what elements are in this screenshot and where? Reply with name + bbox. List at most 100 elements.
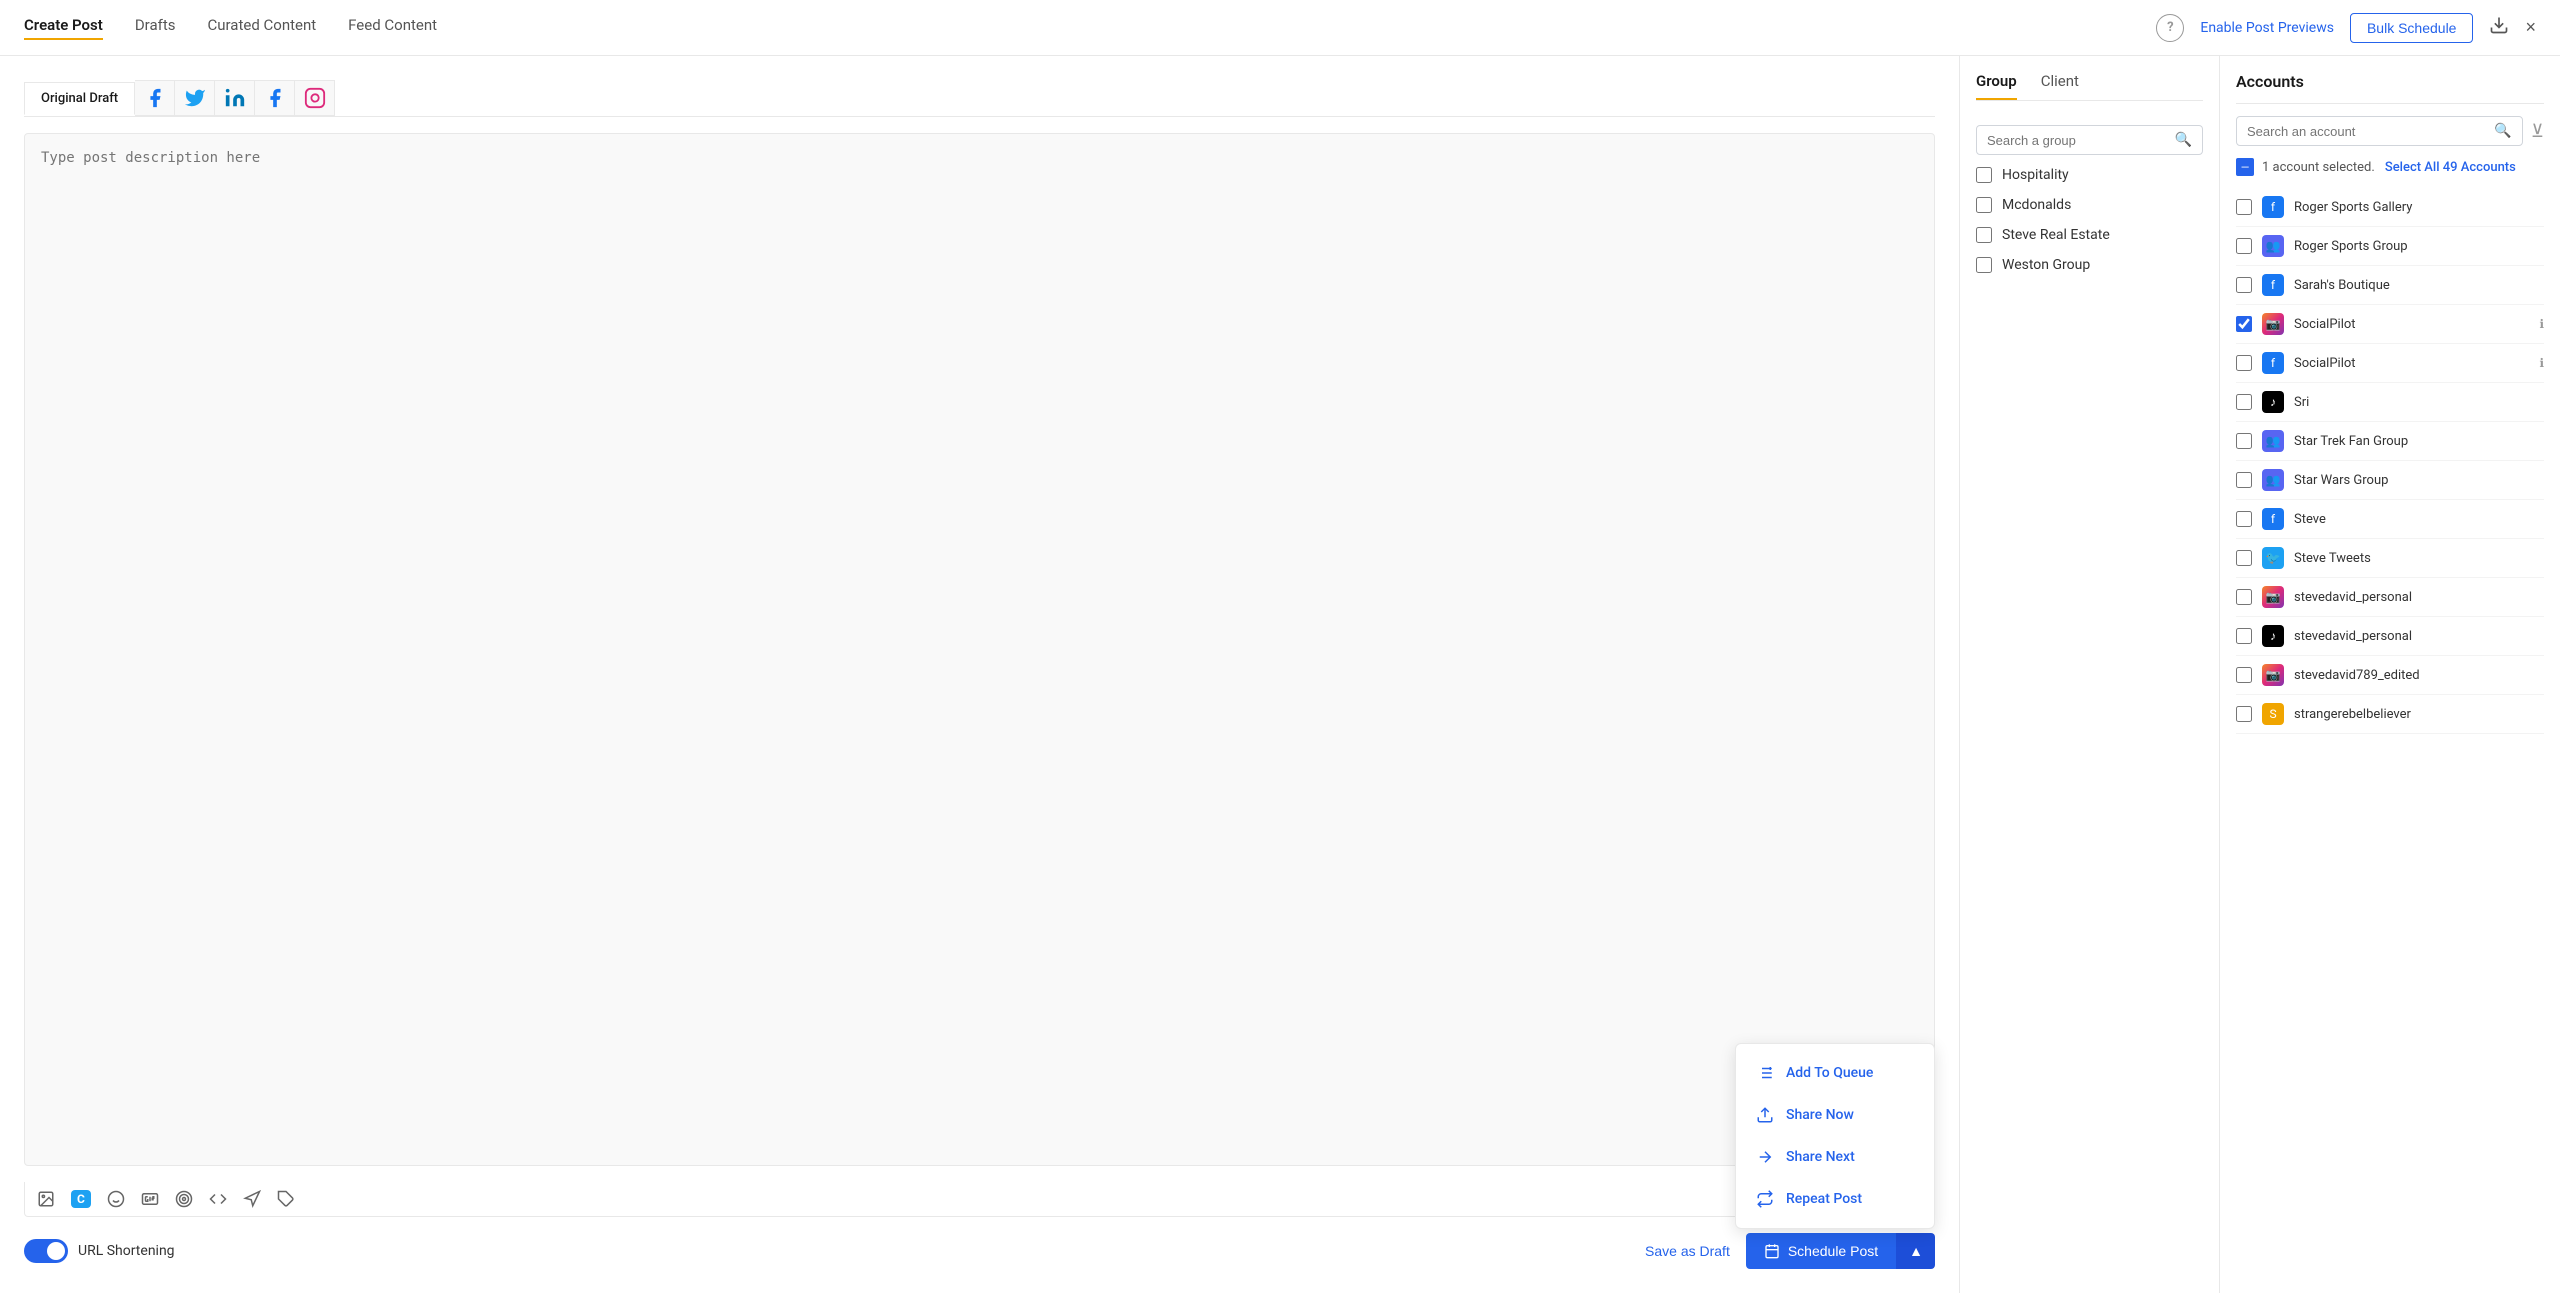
account-item-stevedavid-personal-ig[interactable]: 📷 stevedavid_personal xyxy=(2236,578,2544,617)
account-name-sri: Sri xyxy=(2294,395,2544,410)
twitter-icon: 🐦 xyxy=(2262,547,2284,569)
group-list: Hospitality Mcdonalds Steve Real Estate … xyxy=(1976,167,2203,273)
group-checkbox-steve-real-estate[interactable] xyxy=(1976,227,1992,243)
account-search-input[interactable] xyxy=(2247,124,2486,139)
select-all-link[interactable]: Select All 49 Accounts xyxy=(2385,160,2516,175)
tab-group[interactable]: Group xyxy=(1976,72,2017,100)
instagram-tab[interactable] xyxy=(295,80,335,116)
account-item-stevedavid789-edited[interactable]: 📷 stevedavid789_edited xyxy=(2236,656,2544,695)
megaphone-icon[interactable] xyxy=(243,1190,261,1208)
post-textarea[interactable] xyxy=(24,133,1935,1166)
bulk-schedule-button[interactable]: Bulk Schedule xyxy=(2350,13,2474,43)
info-icon-socialpilot-ig[interactable]: ℹ xyxy=(2539,317,2544,331)
account-checkbox-steve-tweets[interactable] xyxy=(2236,550,2252,566)
schedule-post-button[interactable]: Schedule Post xyxy=(1746,1233,1896,1269)
account-item-steve[interactable]: f Steve xyxy=(2236,500,2544,539)
original-draft-tab[interactable]: Original Draft xyxy=(24,82,135,115)
account-checkbox-stevedavid-personal-ig[interactable] xyxy=(2236,589,2252,605)
account-item-socialpilot-ig[interactable]: 📷 SocialPilot ℹ xyxy=(2236,305,2544,344)
facebook-icon-3: f xyxy=(2262,352,2284,374)
group-checkbox-hospitality[interactable] xyxy=(1976,167,1992,183)
account-name-steve: Steve xyxy=(2294,512,2544,527)
account-item-steve-tweets[interactable]: 🐦 Steve Tweets xyxy=(2236,539,2544,578)
account-name-stevedavid789-edited: stevedavid789_edited xyxy=(2294,668,2544,683)
main-content: Original Draft xyxy=(0,56,2560,1293)
schedule-chevron-button[interactable]: ▲ xyxy=(1896,1233,1935,1269)
filter-icon[interactable]: ⊻ xyxy=(2531,121,2544,142)
enable-preview-link[interactable]: Enable Post Previews xyxy=(2200,20,2334,36)
instagram-icon-2: 📷 xyxy=(2262,586,2284,608)
tab-drafts[interactable]: Drafts xyxy=(135,16,176,40)
account-item-star-wars-group[interactable]: 👥 Star Wars Group xyxy=(2236,461,2544,500)
facebook-page-tab[interactable] xyxy=(255,80,295,116)
group-icon-3: 👥 xyxy=(2262,469,2284,491)
group-icon: 👥 xyxy=(2262,235,2284,257)
repeat-post-item[interactable]: Repeat Post xyxy=(1736,1178,1934,1220)
group-item-steve-real-estate[interactable]: Steve Real Estate xyxy=(1976,227,2203,243)
account-checkbox-stevedavid789-edited[interactable] xyxy=(2236,667,2252,683)
header-tabs: Create Post Drafts Curated Content Feed … xyxy=(24,16,2156,40)
account-item-stevedavid-personal-tk[interactable]: ♪ stevedavid_personal xyxy=(2236,617,2544,656)
facebook-tab[interactable] xyxy=(135,80,175,116)
tab-curated-content[interactable]: Curated Content xyxy=(207,16,316,40)
account-name-strangerebelbeliever: strangerebelbeliever xyxy=(2294,707,2544,722)
group-item-hospitality[interactable]: Hospitality xyxy=(1976,167,2203,183)
group-label-steve-real-estate: Steve Real Estate xyxy=(2002,227,2110,243)
help-button[interactable]: ? xyxy=(2156,14,2184,42)
emoji-icon[interactable] xyxy=(107,1190,125,1208)
account-checkbox-roger-sports-gallery[interactable] xyxy=(2236,199,2252,215)
account-item-socialpilot-fb[interactable]: f SocialPilot ℹ xyxy=(2236,344,2544,383)
account-name-socialpilot-fb: SocialPilot xyxy=(2294,356,2529,371)
close-button[interactable]: × xyxy=(2525,17,2536,38)
account-checkbox-star-trek-fan-group[interactable] xyxy=(2236,433,2252,449)
tab-create-post[interactable]: Create Post xyxy=(24,16,103,40)
account-checkbox-sri[interactable] xyxy=(2236,394,2252,410)
gif-icon[interactable] xyxy=(141,1190,159,1208)
account-checkbox-star-wars-group[interactable] xyxy=(2236,472,2252,488)
account-checkbox-steve[interactable] xyxy=(2236,511,2252,527)
group-item-weston-group[interactable]: Weston Group xyxy=(1976,257,2203,273)
content-icon[interactable]: C xyxy=(71,1190,91,1208)
info-icon-socialpilot-fb[interactable]: ℹ xyxy=(2539,356,2544,370)
image-icon[interactable] xyxy=(37,1190,55,1208)
account-item-sri[interactable]: ♪ Sri xyxy=(2236,383,2544,422)
url-shortening-switch[interactable] xyxy=(24,1239,68,1263)
share-next-item[interactable]: Share Next xyxy=(1736,1136,1934,1178)
share-now-label: Share Now xyxy=(1786,1107,1854,1123)
group-checkbox-weston-group[interactable] xyxy=(1976,257,1992,273)
account-checkbox-stevedavid-personal-tk[interactable] xyxy=(2236,628,2252,644)
code-icon[interactable] xyxy=(209,1190,227,1208)
tab-client[interactable]: Client xyxy=(2041,72,2079,100)
group-checkbox-mcdonalds[interactable] xyxy=(1976,197,1992,213)
target-icon[interactable] xyxy=(175,1190,193,1208)
share-now-item[interactable]: Share Now xyxy=(1736,1094,1934,1136)
accounts-panel: Accounts 🔍 ⊻ — 1 account selected. Selec… xyxy=(2220,56,2560,1293)
instagram-icon-3: 📷 xyxy=(2262,664,2284,686)
group-item-mcdonalds[interactable]: Mcdonalds xyxy=(1976,197,2203,213)
url-shortening-toggle: URL Shortening xyxy=(24,1239,175,1263)
export-button[interactable] xyxy=(2489,15,2509,40)
account-search-box[interactable]: 🔍 xyxy=(2236,116,2523,146)
account-item-star-trek-fan-group[interactable]: 👥 Star Trek Fan Group xyxy=(2236,422,2544,461)
schedule-post-label: Schedule Post xyxy=(1788,1243,1878,1259)
account-item-strangerebelbeliever[interactable]: S strangerebelbeliever xyxy=(2236,695,2544,734)
linkedin-tab[interactable] xyxy=(215,80,255,116)
account-item-sarahs-boutique[interactable]: f Sarah's Boutique xyxy=(2236,266,2544,305)
bottom-bar: URL Shortening Save as Draft Schedule Po… xyxy=(24,1233,1935,1269)
account-checkbox-strangerebelbeliever[interactable] xyxy=(2236,706,2252,722)
account-checkbox-sarahs-boutique[interactable] xyxy=(2236,277,2252,293)
group-label-mcdonalds: Mcdonalds xyxy=(2002,197,2071,213)
group-search-box[interactable]: 🔍 xyxy=(1976,125,2203,155)
account-item-roger-sports-group[interactable]: 👥 Roger Sports Group xyxy=(2236,227,2544,266)
account-checkbox-socialpilot-ig[interactable] xyxy=(2236,316,2252,332)
twitter-tab[interactable] xyxy=(175,80,215,116)
account-item-roger-sports-gallery[interactable]: f Roger Sports Gallery xyxy=(2236,188,2544,227)
draft-tabs: Original Draft xyxy=(24,80,1935,117)
account-checkbox-socialpilot-fb[interactable] xyxy=(2236,355,2252,371)
add-to-queue-item[interactable]: Add To Queue xyxy=(1736,1052,1934,1094)
account-checkbox-roger-sports-group[interactable] xyxy=(2236,238,2252,254)
tab-feed-content[interactable]: Feed Content xyxy=(348,16,437,40)
tag-icon[interactable] xyxy=(277,1190,295,1208)
save-draft-button[interactable]: Save as Draft xyxy=(1645,1243,1730,1259)
group-search-input[interactable] xyxy=(1987,133,2167,148)
